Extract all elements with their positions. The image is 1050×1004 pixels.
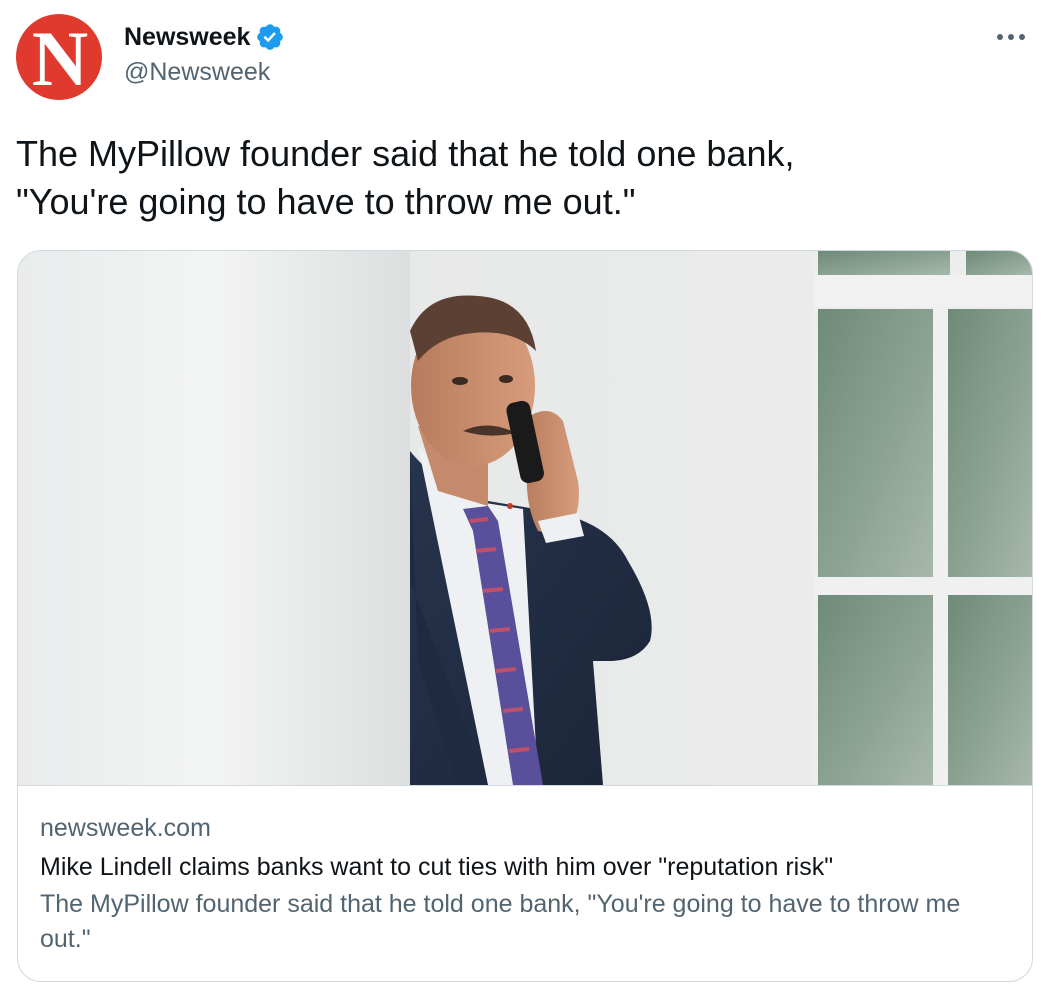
link-preview-card[interactable]: newsweek.com Mike Lindell claims banks w…: [17, 250, 1033, 982]
card-photo: [18, 251, 1032, 785]
display-name[interactable]: Newsweek: [124, 23, 250, 52]
card-domain: newsweek.com: [40, 814, 211, 842]
card-image[interactable]: [18, 251, 1032, 786]
author-info: Newsweek @Newsweek: [124, 20, 285, 87]
more-horizontal-icon: [997, 34, 1025, 40]
verified-badge-icon: [257, 24, 284, 50]
avatar-logo-letter: N: [31, 15, 88, 100]
card-description: The MyPillow founder said that he told o…: [40, 890, 961, 953]
tweet: N Newsweek @Newsweek The MyPillow founde…: [0, 0, 1050, 1004]
avatar[interactable]: N: [16, 14, 102, 100]
more-options-button[interactable]: [994, 22, 1028, 52]
display-name-row: Newsweek: [124, 20, 285, 54]
card-title[interactable]: Mike Lindell claims banks want to cut ti…: [40, 850, 1010, 884]
handle[interactable]: @Newsweek: [124, 58, 285, 87]
tweet-text: The MyPillow founder said that he told o…: [16, 133, 795, 222]
card-meta: newsweek.com Mike Lindell claims banks w…: [40, 811, 1010, 957]
